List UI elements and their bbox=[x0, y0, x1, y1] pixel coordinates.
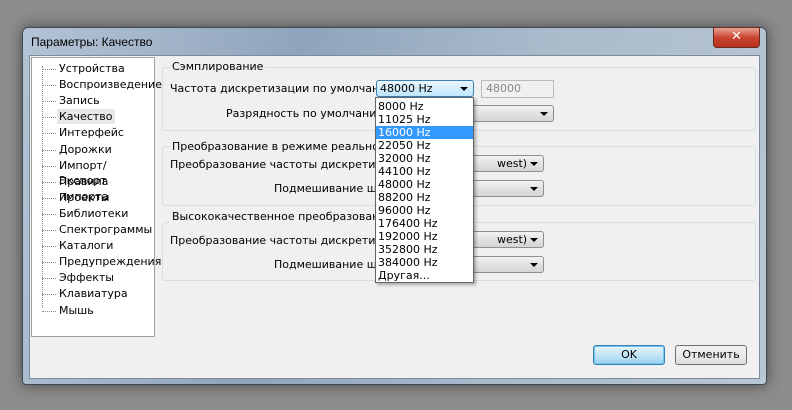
dropdown-option[interactable]: 384000 Hz bbox=[376, 256, 473, 269]
tree-connector bbox=[42, 85, 56, 87]
close-button[interactable]: ✕ bbox=[713, 27, 760, 48]
dropdown-option[interactable]: 352800 Hz bbox=[376, 243, 473, 256]
sidebar-item[interactable]: Импорт/Экспорт bbox=[57, 158, 154, 187]
sidebar-item[interactable]: Проекты bbox=[57, 190, 112, 205]
ok-button[interactable]: OK bbox=[593, 345, 665, 365]
tree-connector bbox=[42, 181, 56, 183]
sidebar-item[interactable]: Воспроизведение bbox=[57, 77, 164, 92]
chevron-down-icon bbox=[530, 238, 538, 242]
dropdown-option[interactable]: 32000 Hz bbox=[376, 152, 473, 165]
sidebar-item[interactable]: Мышь bbox=[57, 303, 96, 318]
dropdown-option[interactable]: 88200 Hz bbox=[376, 191, 473, 204]
sidebar-item[interactable]: Дорожки bbox=[57, 142, 114, 157]
sidebar-item[interactable]: Спектрограммы bbox=[57, 222, 154, 237]
sidebar-item[interactable]: Библиотеки bbox=[57, 206, 130, 221]
sampling-group-title: Сэмплирование bbox=[170, 60, 266, 73]
dropdown-option[interactable]: 16000 Hz bbox=[376, 126, 473, 139]
tree-connector bbox=[42, 69, 56, 70]
rate-dropdown-list[interactable]: 8000 Hz 11025 Hz 16000 Hz 22050 Hz 32000 Hz 4… bbox=[375, 97, 474, 283]
close-icon: ✕ bbox=[731, 29, 742, 44]
sidebar-item[interactable]: Запись bbox=[57, 93, 102, 108]
dropdown-option[interactable]: 22050 Hz bbox=[376, 139, 473, 152]
tree-connector bbox=[42, 197, 56, 199]
tree-connector bbox=[42, 246, 56, 248]
chevron-down-icon bbox=[530, 187, 538, 191]
chevron-down-icon bbox=[540, 112, 548, 116]
dropdown-option[interactable]: Другая... bbox=[376, 269, 473, 282]
dropdown-option[interactable]: 176400 Hz bbox=[376, 217, 473, 230]
chevron-down-icon bbox=[530, 263, 538, 267]
cancel-button[interactable]: Отменить bbox=[675, 345, 747, 365]
category-tree[interactable]: Устройства Воспроизведение Запись Качество И… bbox=[31, 57, 162, 337]
tree-line bbox=[42, 66, 43, 308]
hq-group-title: Высококачественное преобразование bbox=[170, 210, 396, 223]
rate-custom-input[interactable]: 48000 bbox=[481, 80, 554, 98]
sidebar-item[interactable]: Качество bbox=[57, 109, 115, 125]
rate-label: Частота дискретизации по умолчанию: bbox=[170, 82, 400, 95]
dropdown-option[interactable]: 96000 Hz bbox=[376, 204, 473, 217]
chevron-down-icon bbox=[530, 162, 538, 166]
tree-connector bbox=[42, 117, 56, 119]
tree-connector bbox=[42, 262, 56, 264]
tree-connector bbox=[42, 230, 56, 231]
sidebar-item[interactable]: Устройства bbox=[57, 61, 127, 76]
dialog-client: Устройства Воспроизведение Запись Качество И… bbox=[29, 55, 760, 379]
tree-connector bbox=[42, 294, 56, 296]
format-label: Разрядность по умолчанию: bbox=[226, 107, 390, 120]
rate-combo[interactable]: 48000 Hz bbox=[376, 80, 474, 97]
chevron-down-icon bbox=[460, 87, 468, 91]
sidebar-item[interactable]: Каталоги bbox=[57, 238, 115, 253]
window-title: Параметры: Качество bbox=[31, 35, 153, 49]
dialog-window: Параметры: Качество ✕ Устройства Воспроиз… bbox=[22, 27, 767, 385]
realtime-converter-value: west) bbox=[497, 157, 528, 170]
rate-value: 48000 Hz bbox=[380, 82, 433, 95]
tree-connector bbox=[42, 310, 56, 312]
tree-connector bbox=[42, 101, 56, 103]
tree-connector bbox=[42, 133, 56, 135]
sidebar-item[interactable]: Интерфейс bbox=[57, 125, 126, 140]
hq-converter-label: Преобразование частоты дискретизаци bbox=[170, 234, 403, 247]
dropdown-option[interactable]: 44100 Hz bbox=[376, 165, 473, 178]
tree-connector bbox=[42, 165, 56, 167]
dropdown-option[interactable]: 192000 Hz bbox=[376, 230, 473, 243]
dropdown-option[interactable]: 48000 Hz bbox=[376, 178, 473, 191]
sidebar-item[interactable]: Правила импорта bbox=[57, 174, 154, 203]
tree-connector bbox=[42, 149, 56, 151]
realtime-converter-label: Преобразование частоты дискретизаци bbox=[170, 158, 403, 171]
dropdown-option[interactable]: 11025 Hz bbox=[376, 113, 473, 126]
tree-connector bbox=[42, 213, 56, 215]
hq-converter-value: west) bbox=[497, 233, 528, 246]
tree-connector bbox=[42, 278, 56, 280]
sidebar-item[interactable]: Клавиатура bbox=[57, 286, 130, 301]
sidebar-item[interactable]: Предупреждения bbox=[57, 254, 163, 269]
sidebar-item[interactable]: Эффекты bbox=[57, 270, 116, 285]
dropdown-option[interactable]: 8000 Hz bbox=[376, 100, 473, 113]
